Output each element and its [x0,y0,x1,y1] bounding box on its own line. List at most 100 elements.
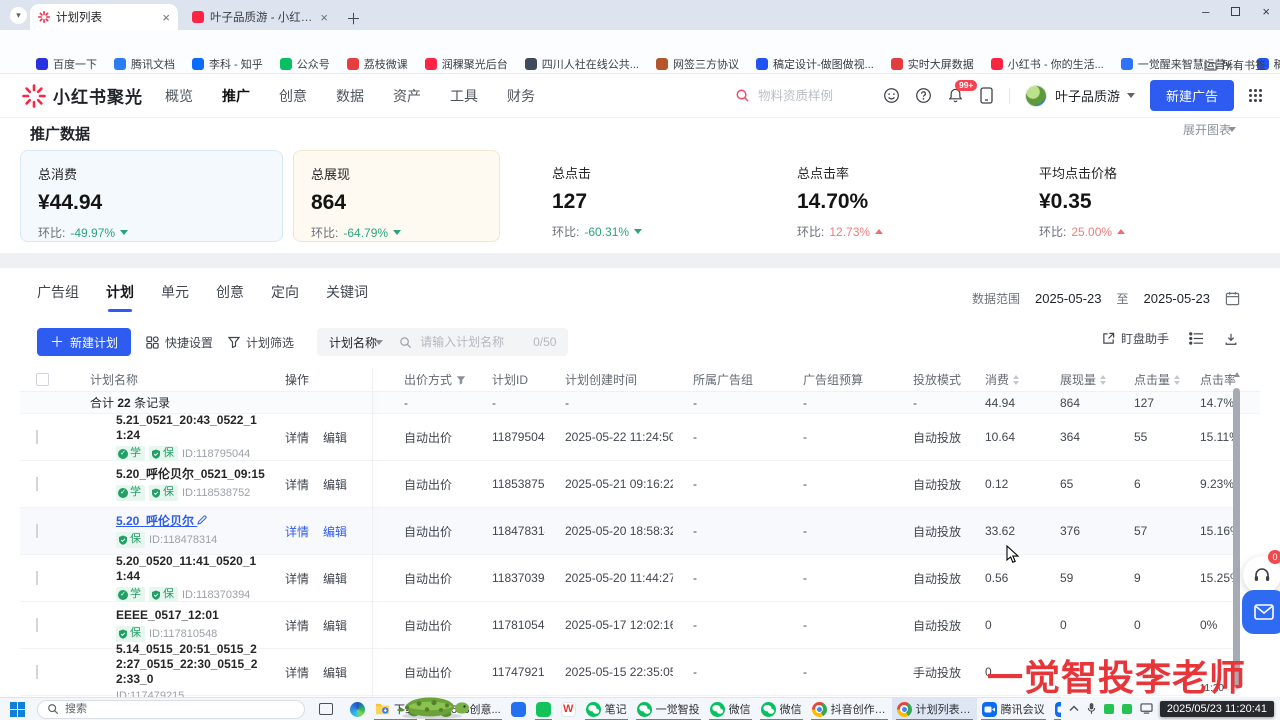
panel-tab-5[interactable]: 关键词 [326,282,368,312]
quick-settings-button[interactable]: 快捷设置 [146,334,213,351]
sort-icon[interactable] [1013,375,1019,385]
row-checkbox[interactable] [36,665,38,679]
taskbar-app-wechat[interactable]: 笔记 [581,698,632,720]
table-row[interactable]: 5.20_呼伦贝尔 保ID:118478314详情编辑更多自动出价1184783… [20,508,1240,555]
panel-tab-0[interactable]: 广告组 [37,282,79,312]
header-search-input[interactable] [758,89,868,103]
date-range-picker[interactable]: 数据范围 2025-05-23 至 2025-05-23 [972,290,1240,307]
table-row[interactable]: 5.20_0520_11:41_0520_11:44✓学保ID:11837039… [20,555,1240,602]
nav-item-0[interactable]: 概览 [165,86,193,106]
taskbar-app-edge[interactable] [345,698,370,720]
bookmark-item[interactable]: 网签三方协议 [656,56,739,72]
calendar-icon[interactable] [1225,291,1240,306]
panel-tab-1[interactable]: 计划 [106,282,134,312]
tab-close-icon[interactable]: × [320,11,328,24]
plan-name[interactable]: 5.20_呼伦贝尔 [116,514,266,529]
detail-link[interactable]: 详情 [285,478,309,492]
chevron-down-icon[interactable] [1127,93,1135,98]
edit-link[interactable]: 编辑 [323,666,347,680]
bookmark-item[interactable]: 腾讯文档 [114,56,175,72]
edit-pencil-icon[interactable] [194,514,207,528]
detail-link[interactable]: 详情 [285,619,309,633]
panel-tab-2[interactable]: 单元 [161,282,189,312]
bookmark-item[interactable]: 实时大屏数据 [891,56,974,72]
edit-link[interactable]: 编辑 [323,525,347,539]
detail-link[interactable]: 详情 [285,666,309,680]
windows-start-button[interactable] [10,702,25,717]
feedback-smiley-icon[interactable] [883,87,900,104]
edit-link[interactable]: 编辑 [323,572,347,586]
taskbar-app-chrome[interactable]: 抖音创作者... [807,698,892,720]
new-plan-button[interactable]: ＋ 新建计划 [37,328,131,356]
header-search[interactable] [735,88,868,103]
expand-chart-toggle[interactable]: 展开图表 [1183,121,1236,138]
nav-item-1[interactable]: 推广 [222,86,250,106]
nav-item-5[interactable]: 工具 [450,86,478,106]
sort-icon[interactable] [1100,375,1106,385]
help-icon[interactable] [915,87,932,104]
browser-tab-active[interactable]: 计划列表 × [30,4,178,30]
nav-item-3[interactable]: 数据 [336,86,364,106]
edit-link[interactable]: 编辑 [323,619,347,633]
wechat-tray-icon[interactable] [1104,704,1114,714]
taskbar-app-wechat[interactable]: 一觉智投 [632,698,705,720]
plan-filter-button[interactable]: 计划筛选 [228,334,294,351]
taskbar-search[interactable] [37,700,305,719]
select-all-checkbox[interactable] [36,373,49,386]
nav-item-2[interactable]: 创意 [279,86,307,106]
mobile-preview-icon[interactable] [979,87,994,104]
notifications-bell[interactable]: 99+ [947,87,964,104]
plan-name[interactable]: EEEE_0517_12:01 [116,608,266,623]
nav-item-6[interactable]: 财务 [507,86,535,106]
taskbar-app-chrome[interactable]: 计划列表 -... [892,698,977,720]
account-name[interactable]: 叶子品质游 [1055,86,1120,105]
date-start[interactable]: 2025-05-23 [1035,291,1102,306]
edit-link[interactable]: 编辑 [323,431,347,445]
date-end[interactable]: 2025-05-23 [1144,291,1211,306]
message-button[interactable] [1242,590,1280,634]
microphone-icon[interactable] [1087,702,1096,715]
row-checkbox[interactable] [36,477,38,491]
taskbar-search-input[interactable] [65,703,245,715]
taskbar-app-wechat[interactable]: 微信 [756,698,807,720]
plan-name[interactable]: 5.20_0520_11:41_0520_11:44 [116,554,266,584]
browser-tab-inactive[interactable]: 叶子品质游 - 小红书搜索 × [184,4,336,30]
window-minimize-button[interactable]: – [1202,4,1209,19]
name-filter-select[interactable]: 计划名称 [329,334,383,351]
edit-link[interactable]: 编辑 [323,478,347,492]
plan-name[interactable]: 5.14_0515_20:51_0515_22:27_0515_22:30_05… [116,642,266,687]
avatar[interactable] [1025,85,1047,107]
monitor-assistant-button[interactable]: 盯盘助手 [1102,330,1169,347]
task-view-icon[interactable] [319,703,333,715]
wechat-tray-icon[interactable] [1122,704,1132,714]
detail-link[interactable]: 详情 [285,525,309,539]
bookmark-item[interactable]: 稿定设计-做图做视... [756,56,874,72]
bookmark-item[interactable]: 四川人社在线公共... [525,56,639,72]
row-checkbox[interactable] [36,430,38,444]
new-tab-button[interactable]: ＋ [346,8,361,29]
tab-search-chevron-icon[interactable]: ▾ [10,7,27,24]
bookmark-item[interactable]: 公众号 [280,56,330,72]
row-checkbox[interactable] [36,571,38,585]
row-checkbox[interactable] [36,524,38,538]
display-icon[interactable] [1140,703,1153,714]
panel-tab-3[interactable]: 创意 [216,282,244,312]
taskbar-app-wps[interactable]: W [556,698,581,720]
taskbar-app-app-green[interactable] [531,698,556,720]
app-grid-icon[interactable] [1249,89,1262,102]
filter-icon[interactable] [456,375,466,385]
plan-name-search-input[interactable] [420,335,525,349]
table-row[interactable]: 5.20_呼伦贝尔_0521_09:15✓学保ID:118538752详情编辑更… [20,461,1240,508]
plan-name[interactable]: 5.21_0521_20:43_0522_11:24 [116,413,266,443]
taskbar-app-wechat[interactable]: 微信 [705,698,756,720]
all-bookmarks-button[interactable]: 所有书签 [1204,57,1266,73]
column-settings-icon[interactable] [1189,332,1204,345]
table-scrollbar[interactable] [1233,388,1240,688]
tab-close-icon[interactable]: × [162,11,170,24]
detail-link[interactable]: 详情 [285,572,309,586]
new-ad-button[interactable]: 新建广告 [1150,80,1234,111]
bookmark-item[interactable]: 润稞聚光后台 [425,56,508,72]
detail-link[interactable]: 详情 [285,431,309,445]
tray-expand-icon[interactable] [1069,705,1079,712]
bookmark-item[interactable]: 荔枝微课 [347,56,408,72]
